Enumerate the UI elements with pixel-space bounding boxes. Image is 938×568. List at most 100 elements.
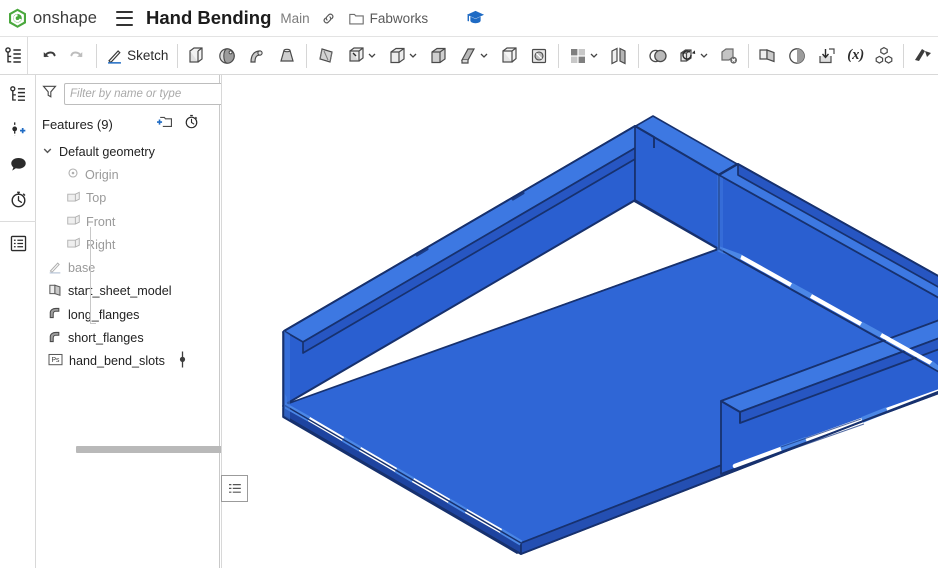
- toolbar-divider: [748, 44, 749, 68]
- chevron-down-icon[interactable]: [589, 47, 599, 65]
- feature-list-panel: Features (9): [36, 75, 220, 568]
- branch-name[interactable]: Main: [280, 11, 309, 26]
- tree-item-top-plane[interactable]: Top: [36, 187, 219, 210]
- sketch-icon: [48, 260, 62, 277]
- chevron-down-icon[interactable]: [42, 145, 53, 159]
- boolean-icon[interactable]: [643, 37, 673, 75]
- tree-item-label: start_sheet_model: [68, 284, 172, 298]
- onshape-hex-logo-icon: [8, 8, 27, 29]
- delete-part-icon[interactable]: [714, 37, 744, 75]
- flange-icon: [48, 306, 62, 323]
- pattern-icon[interactable]: [563, 37, 604, 75]
- cad-model-render: [221, 75, 938, 568]
- rollback-stopwatch-icon[interactable]: [184, 114, 199, 134]
- features-header: Features (9): [36, 112, 219, 136]
- display-list-toggle-button[interactable]: [221, 475, 248, 502]
- link-icon[interactable]: [321, 11, 336, 26]
- history-icon[interactable]: [0, 182, 36, 217]
- chevron-down-icon[interactable]: [699, 47, 709, 65]
- graphics-viewport[interactable]: [221, 75, 938, 568]
- feature-tree-icon[interactable]: [0, 77, 36, 112]
- toolbar-divider: [306, 44, 307, 68]
- plane-icon: [67, 191, 80, 206]
- onshape-logo[interactable]: onshape: [0, 8, 97, 29]
- measure-icon[interactable]: [908, 37, 938, 75]
- plane-icon: [67, 237, 80, 252]
- loft-icon[interactable]: [272, 37, 302, 75]
- tree-item-long-flanges[interactable]: long_flanges: [36, 303, 219, 326]
- fillet-icon[interactable]: [311, 37, 341, 75]
- toolbar-divider: [177, 44, 178, 68]
- thread-icon[interactable]: [524, 37, 554, 75]
- tree-item-label: hand_bend_slots: [69, 354, 165, 368]
- tree-item-label: long_flanges: [68, 308, 139, 322]
- tree-item-label: short_flanges: [68, 331, 144, 345]
- draft-icon[interactable]: [423, 37, 453, 75]
- revolve-icon[interactable]: [212, 37, 242, 75]
- tree-item-short-flanges[interactable]: short_flanges: [36, 326, 219, 349]
- toolbar-divider: [96, 44, 97, 68]
- tree-item-label: Top: [86, 191, 106, 205]
- rail-divider: [0, 221, 36, 222]
- display-list-icon: [227, 481, 243, 497]
- svg-text:Ps: Ps: [51, 357, 60, 364]
- filter-row: [36, 79, 219, 109]
- mirror-icon[interactable]: [604, 37, 634, 75]
- sheet-metal-icon[interactable]: [752, 37, 782, 75]
- tree-guide-line: [90, 227, 91, 324]
- sweep-icon[interactable]: [242, 37, 272, 75]
- onshape-app-window: onshape Hand Bending Main Fabworks: [0, 0, 938, 568]
- rib-icon[interactable]: [453, 37, 494, 75]
- undo-button[interactable]: [34, 37, 63, 75]
- hamburger-menu-icon[interactable]: [116, 11, 133, 26]
- tree-item-origin[interactable]: Origin: [36, 163, 219, 186]
- transform-icon[interactable]: [673, 37, 714, 75]
- add-folder-icon[interactable]: [156, 114, 173, 134]
- sketch-button[interactable]: Sketch: [101, 37, 173, 75]
- chevron-down-icon[interactable]: [479, 47, 489, 65]
- tree-guide-foot: [90, 323, 96, 324]
- tree-item-default-geometry[interactable]: Default geometry: [36, 140, 219, 163]
- tree-item-right-plane[interactable]: Right: [36, 233, 219, 256]
- split-icon[interactable]: [782, 37, 812, 75]
- tree-item-label: Default geometry: [59, 145, 155, 159]
- sheet-metal-model-icon: [48, 283, 62, 300]
- tree-item-front-plane[interactable]: Front: [36, 210, 219, 233]
- toolbar-divider: [558, 44, 559, 68]
- origin-icon: [67, 167, 79, 182]
- ps-featurescript-icon: Ps: [48, 353, 63, 369]
- comments-icon[interactable]: [0, 147, 36, 182]
- feature-toolbar: Sketch: [0, 37, 938, 75]
- hole-icon[interactable]: [494, 37, 524, 75]
- filter-funnel-icon[interactable]: [42, 84, 57, 104]
- rollback-handle-icon[interactable]: [178, 351, 187, 371]
- sketch-label: Sketch: [127, 48, 168, 63]
- tree-item-start-sheet-model[interactable]: start_sheet_model: [36, 280, 219, 303]
- toolbar-divider: [903, 44, 904, 68]
- extrude-icon[interactable]: [182, 37, 212, 75]
- folder-name[interactable]: Fabworks: [370, 11, 429, 26]
- tree-item-label: Origin: [85, 168, 119, 182]
- folder-icon: [349, 12, 364, 25]
- chevron-down-icon[interactable]: [408, 47, 418, 65]
- shell-icon[interactable]: [382, 37, 423, 75]
- tree-item-base[interactable]: base: [36, 256, 219, 279]
- import-derive-icon[interactable]: [812, 37, 842, 75]
- variable-icon[interactable]: (x): [842, 37, 869, 75]
- chevron-down-icon[interactable]: [367, 47, 377, 65]
- redo-button[interactable]: [63, 37, 92, 75]
- chamfer-icon[interactable]: [341, 37, 382, 75]
- toolbar-divider: [638, 44, 639, 68]
- onshape-logo-text: onshape: [33, 9, 97, 28]
- document-title: Hand Bending: [146, 7, 271, 29]
- properties-list-icon[interactable]: [0, 226, 36, 261]
- feature-list-toggle-icon[interactable]: [0, 37, 28, 75]
- filter-input[interactable]: [64, 83, 232, 105]
- tree-item-hand-bend-slots[interactable]: Ps hand_bend_slots: [36, 350, 219, 373]
- app-header: onshape Hand Bending Main Fabworks: [0, 0, 938, 37]
- insert-variable-icon[interactable]: [0, 112, 36, 147]
- assembly-insert-icon[interactable]: [869, 37, 899, 75]
- graduation-cap-icon[interactable]: [466, 9, 485, 32]
- left-icon-rail: [0, 75, 36, 568]
- features-count-label: Features (9): [42, 117, 113, 132]
